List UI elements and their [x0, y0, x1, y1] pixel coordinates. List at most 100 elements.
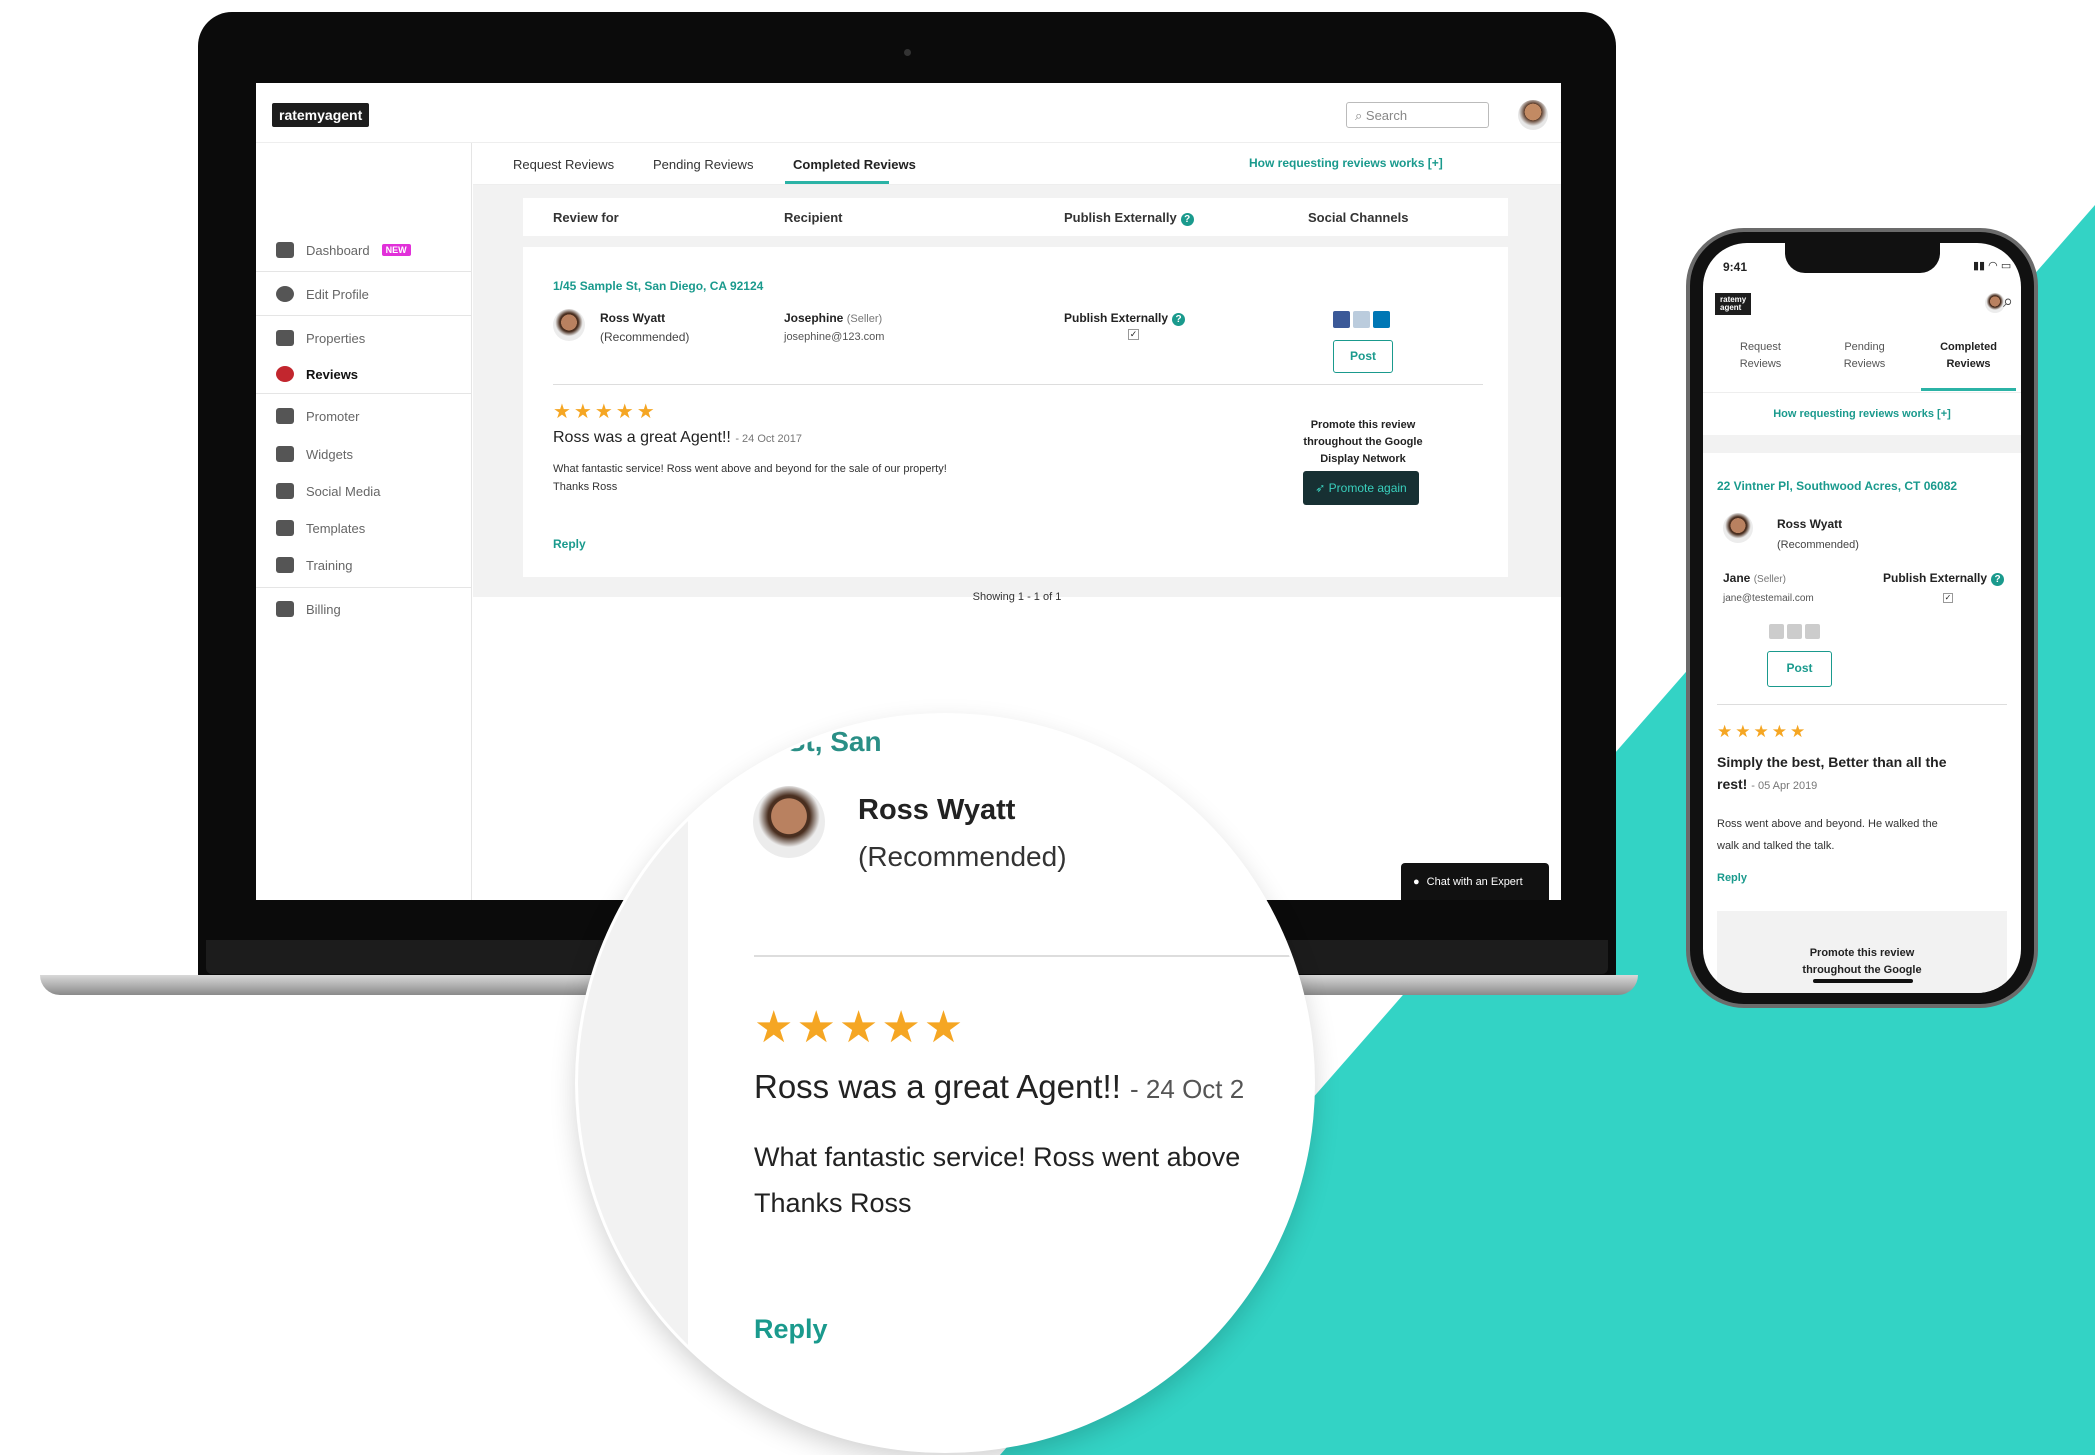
property-address[interactable]: 1/45 Sample St, San Diego, CA 92124 [553, 279, 763, 293]
review-body-line1: What fantastic service! Ross went above … [553, 463, 947, 475]
magnifier-zoom: ..mple St, San Ross Wyatt (Recommended) … [578, 716, 1312, 1450]
search-icon[interactable]: ⌕ [2003, 291, 2013, 312]
zoomed-agent-name: Ross Wyatt [858, 794, 1016, 826]
header-publish-externally: Publish Externally? [1064, 210, 1194, 226]
facebook-icon[interactable] [1333, 311, 1350, 328]
header-recipient: Recipient [784, 210, 843, 225]
home-indicator [1813, 979, 1913, 983]
tab-line: Reviews [1946, 358, 1991, 370]
review-date: - 24 Oct 2017 [735, 433, 802, 445]
laptop-camera [904, 49, 911, 56]
how-it-works-link[interactable]: How requesting reviews works [+] [1249, 156, 1443, 170]
user-avatar[interactable] [1985, 293, 2005, 313]
review-body: Ross went above and beyond. He walked th… [1717, 813, 1938, 857]
twitter-icon[interactable] [1353, 311, 1370, 328]
recipient-name: Josephine [784, 311, 844, 325]
tab-line: Request [1740, 341, 1781, 353]
chat-label: Chat with an Expert [1426, 875, 1523, 888]
sidebar-item-templates[interactable]: Templates [276, 517, 365, 539]
agent-avatar [553, 309, 585, 341]
tab-request-reviews[interactable]: Request Reviews [513, 157, 614, 172]
reply-link[interactable]: Reply [1717, 872, 1747, 884]
sidebar-item-edit-profile[interactable]: Edit Profile [276, 283, 369, 305]
tab-line: Reviews [1843, 358, 1886, 370]
monitor-icon [276, 557, 294, 573]
zoomed-agent-avatar [753, 786, 825, 858]
zoomed-agent-status: (Recommended) [858, 841, 1067, 872]
search-icon: ⌕ [1355, 108, 1366, 123]
tab-completed-reviews[interactable]: Completed Reviews [1921, 339, 2016, 373]
status-icons: ▮▮ ◠ ▭ [1973, 260, 2012, 272]
sidebar-item-reviews[interactable]: Reviews [276, 363, 358, 385]
review-card: 1/45 Sample St, San Diego, CA 92124 Ross… [523, 247, 1508, 577]
dashboard-icon [276, 242, 294, 258]
sidebar-item-promoter[interactable]: Promoter [276, 405, 359, 427]
rocket-icon: ➶ [1315, 481, 1329, 495]
recipient: Josephine (Seller) [784, 311, 882, 325]
agent-name: Ross Wyatt [1777, 517, 1843, 531]
star-rating: ★★★★★ [553, 401, 658, 423]
search-input[interactable]: ⌕ Search [1346, 102, 1489, 128]
post-button[interactable]: Post [1333, 340, 1393, 373]
review-body-line2: Thanks Ross [553, 481, 618, 493]
header-publish-label: Publish Externally [1064, 210, 1177, 225]
tab-completed-reviews[interactable]: Completed Reviews [793, 157, 916, 172]
tab-pending-reviews[interactable]: Pending Reviews [1817, 339, 1912, 373]
sidebar-divider [256, 393, 472, 394]
post-button[interactable]: Post [1767, 651, 1832, 687]
sidebar-item-properties[interactable]: Properties [276, 327, 365, 349]
user-avatar[interactable] [1518, 100, 1548, 130]
help-icon[interactable]: ? [1991, 573, 2005, 586]
sidebar-divider [256, 315, 472, 316]
facebook-icon[interactable] [1769, 624, 1784, 639]
sidebar-item-billing[interactable]: Billing [276, 598, 341, 620]
linkedin-icon[interactable] [1373, 311, 1390, 328]
how-it-works-link[interactable]: How requesting reviews works [+] [1703, 408, 2021, 420]
top-bar: ratemyagent ⌕ Search [256, 83, 1561, 143]
building-icon [276, 330, 294, 346]
promote-again-button[interactable]: ➶ Promote again [1303, 471, 1419, 505]
ratemyagent-logo[interactable]: ratemyagent [272, 103, 370, 127]
tab-request-reviews[interactable]: Request Reviews [1713, 339, 1808, 373]
tab-pending-reviews[interactable]: Pending Reviews [653, 157, 753, 172]
linkedin-icon[interactable] [1805, 624, 1820, 639]
publish-checkbox[interactable]: ✓ [1943, 593, 1953, 603]
search-placeholder: Search [1365, 108, 1408, 123]
publish-checkbox[interactable]: ✓ [1128, 329, 1139, 340]
publish-externally: Publish Externally? [1883, 571, 2005, 586]
tab-line: Completed [1940, 341, 1997, 353]
help-icon[interactable]: ? [1172, 313, 1186, 326]
reviews-icon [276, 366, 294, 382]
sidebar-item-dashboard[interactable]: Dashboard NEW [276, 239, 411, 261]
promote-text-line: Promote this review [1310, 419, 1416, 431]
zoomed-address: ..mple St, San [698, 726, 882, 757]
review-body-line: walk and talked the talk. [1717, 840, 1835, 852]
phone-logo[interactable]: ratemy agent [1715, 293, 1752, 315]
reply-link[interactable]: Reply [553, 537, 586, 551]
zoomed-review-date: - 24 Oct 2 [1130, 1074, 1245, 1104]
sidebar-item-label: Templates [306, 520, 366, 536]
sidebar-item-widgets[interactable]: Widgets [276, 443, 353, 465]
user-icon [276, 286, 294, 302]
help-icon[interactable]: ? [1180, 213, 1194, 226]
review-title-line: rest! [1717, 776, 1748, 792]
social-icons [1333, 311, 1393, 333]
twitter-icon[interactable] [1787, 624, 1802, 639]
review-body-line: Ross went above and beyond. He walked th… [1717, 818, 1938, 830]
promote-text-line: throughout the Google [1303, 436, 1423, 448]
sidebar-divider [256, 271, 472, 272]
promote-again-label: Promote again [1328, 481, 1407, 495]
sidebar-item-label: Properties [306, 330, 366, 346]
sidebar-item-label: Reviews [306, 366, 359, 382]
sidebar-item-social-media[interactable]: Social Media [276, 480, 380, 502]
agent-name: Ross Wyatt [600, 311, 666, 325]
property-address[interactable]: 22 Vintner Pl, Southwood Acres, CT 06082 [1717, 479, 1957, 493]
review-tabs: Request Reviews Pending Reviews Complete… [473, 143, 1561, 185]
header-social-channels: Social Channels [1308, 210, 1409, 225]
sidebar-item-training[interactable]: Training [276, 554, 352, 576]
review-title: Ross was a great Agent!! [553, 429, 731, 446]
zoomed-review-title-line: Ross was a great Agent!! - 24 Oct 2 [754, 1068, 1244, 1106]
chat-with-expert-button[interactable]: ● Chat with an Expert [1401, 863, 1549, 900]
agent-status: (Recommended) [600, 330, 690, 344]
review-title-line: Simply the best, Better than all the [1717, 754, 1947, 770]
